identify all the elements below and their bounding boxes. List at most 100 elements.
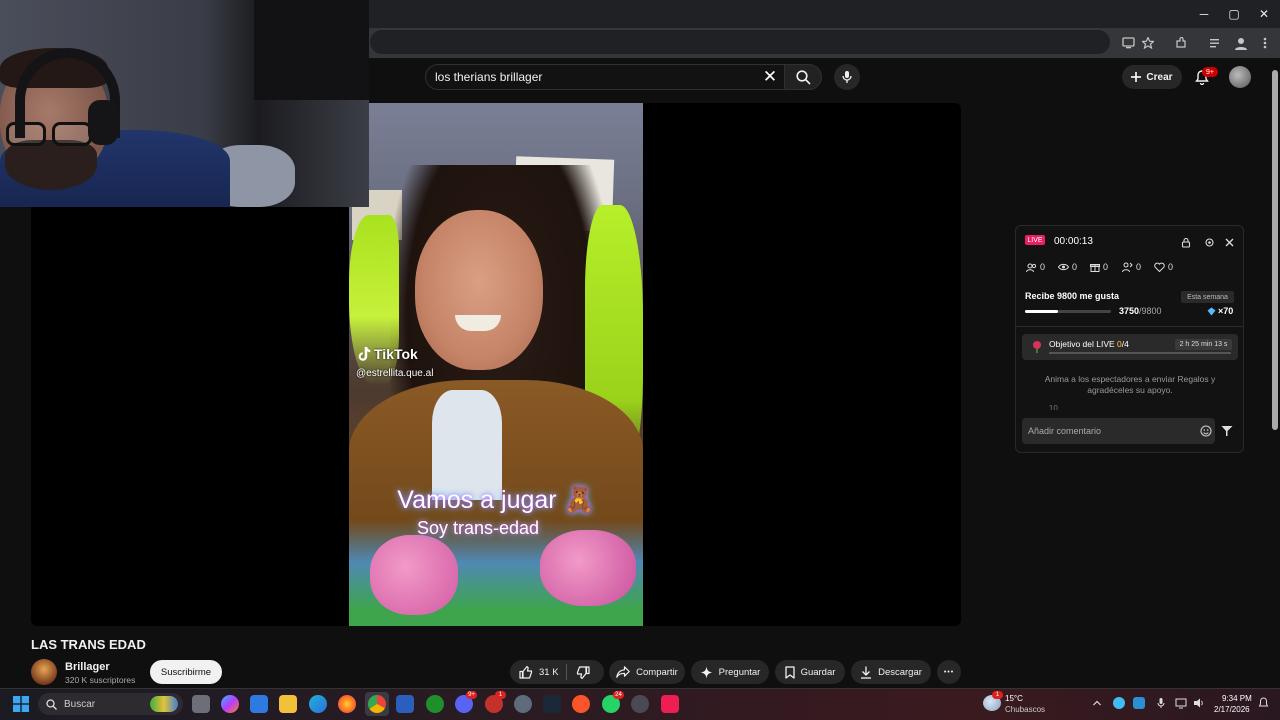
weather-temperature: 15°C bbox=[1005, 694, 1023, 703]
search-input[interactable]: los therians brillager bbox=[425, 64, 785, 90]
thumbs-up-icon[interactable] bbox=[519, 665, 533, 679]
copilot-icon[interactable] bbox=[221, 695, 239, 713]
more-actions-button[interactable]: ••• bbox=[937, 660, 961, 684]
comment-input[interactable]: Añadir comentario bbox=[1022, 418, 1215, 444]
extensions-icon[interactable] bbox=[1170, 32, 1192, 54]
tiktok-watermark: TikTok bbox=[358, 346, 418, 362]
objective-time-left: 2 h 25 min 13 s bbox=[1175, 339, 1232, 350]
windows-start-button[interactable] bbox=[13, 696, 29, 712]
notification-center-icon[interactable] bbox=[1258, 697, 1270, 709]
person-face bbox=[415, 210, 543, 370]
headset-earcup bbox=[88, 100, 118, 145]
ask-button[interactable]: Preguntar bbox=[691, 660, 769, 684]
eye-icon bbox=[1058, 263, 1069, 271]
address-bar[interactable] bbox=[370, 30, 1110, 54]
save-label: Guardar bbox=[800, 666, 836, 678]
chrome-icon[interactable] bbox=[368, 695, 386, 713]
live-badge: LIVE bbox=[1025, 235, 1045, 245]
search-icon bbox=[46, 698, 57, 710]
create-label: Crear bbox=[1146, 71, 1173, 83]
tiktok-logo-icon bbox=[358, 347, 371, 361]
likes-goal-count: 3750/9800 bbox=[1119, 306, 1162, 316]
heart-icon bbox=[1154, 262, 1165, 272]
download-icon bbox=[861, 666, 872, 679]
search-button[interactable] bbox=[784, 64, 822, 90]
video-title: LAS TRANS EDAD bbox=[31, 637, 146, 652]
channel-avatar[interactable] bbox=[31, 659, 57, 685]
cast-icon[interactable] bbox=[1117, 32, 1139, 54]
scrollbar-thumb[interactable] bbox=[1272, 70, 1278, 430]
ask-label: Preguntar bbox=[718, 666, 761, 678]
tray-app-icon[interactable] bbox=[1113, 697, 1125, 709]
share-button[interactable]: Compartir bbox=[609, 660, 685, 684]
tray-app-icon[interactable] bbox=[1133, 697, 1145, 709]
microphone-tray-icon[interactable] bbox=[1155, 697, 1167, 709]
search-highlight-icon[interactable] bbox=[150, 696, 178, 712]
users-icon bbox=[1026, 263, 1037, 272]
close-panel-icon[interactable] bbox=[1223, 236, 1235, 248]
edge-icon[interactable] bbox=[309, 695, 327, 713]
sparkle-icon bbox=[700, 666, 713, 678]
brave-badge: 24 bbox=[613, 691, 624, 699]
webcam-background-door bbox=[254, 0, 369, 100]
chevron-up-icon[interactable] bbox=[1091, 697, 1103, 709]
gem-multiplier: ×70 bbox=[1207, 306, 1233, 316]
stat-likes: 0 bbox=[1154, 262, 1173, 272]
dislike-button[interactable] bbox=[573, 664, 593, 680]
steam-icon[interactable] bbox=[543, 695, 561, 713]
share-users-icon bbox=[1122, 262, 1133, 272]
brave-icon[interactable] bbox=[572, 695, 590, 713]
voice-search-button[interactable] bbox=[834, 64, 860, 90]
windows-logo-icon bbox=[13, 696, 29, 712]
bookmark-icon bbox=[784, 665, 795, 679]
tiktok-handle: @estrellita.que.al bbox=[356, 368, 434, 379]
channel-name[interactable]: Brillager bbox=[65, 661, 110, 673]
xbox-icon[interactable] bbox=[426, 695, 444, 713]
search-icon bbox=[795, 69, 811, 85]
goal-period-badge: Esta semana bbox=[1181, 291, 1234, 303]
download-label: Descargar bbox=[878, 666, 922, 678]
word-icon[interactable] bbox=[396, 695, 414, 713]
discord-badge: 9+ bbox=[466, 691, 477, 699]
download-button[interactable]: Descargar bbox=[851, 660, 931, 684]
lock-icon[interactable] bbox=[1180, 236, 1192, 248]
toy bbox=[370, 535, 458, 615]
like-count[interactable]: 31 K bbox=[539, 667, 559, 678]
stat-shares: 0 bbox=[1122, 262, 1141, 272]
live-timer: 00:00:13 bbox=[1054, 236, 1093, 247]
rose-gift-icon bbox=[1033, 341, 1041, 353]
tiktok-app-icon[interactable] bbox=[661, 695, 679, 713]
send-icon[interactable] bbox=[1221, 425, 1233, 437]
bookmark-star-icon[interactable] bbox=[1137, 32, 1159, 54]
clear-search-icon[interactable]: ✕ bbox=[760, 66, 780, 88]
playlist-icon[interactable] bbox=[1205, 32, 1227, 54]
obs-icon[interactable] bbox=[631, 695, 649, 713]
subscribe-button[interactable]: Suscribirme bbox=[150, 660, 222, 684]
microphone-icon bbox=[842, 71, 852, 83]
video-caption-line2: Soy trans-edad bbox=[416, 518, 540, 538]
window-close-button[interactable]: ✕ bbox=[1248, 0, 1280, 28]
person-shirt bbox=[432, 390, 502, 500]
browser-menu-icon[interactable] bbox=[1254, 32, 1276, 54]
file-explorer-icon[interactable] bbox=[279, 695, 297, 713]
clock-time[interactable]: 9:34 PM bbox=[1222, 694, 1252, 703]
like-separator bbox=[566, 664, 567, 680]
network-icon[interactable] bbox=[1175, 697, 1187, 709]
settings-icon[interactable] bbox=[1203, 236, 1215, 248]
microsoft-store-icon[interactable] bbox=[250, 695, 268, 713]
window-minimize-button[interactable]: ─ bbox=[1188, 0, 1220, 28]
create-button[interactable]: Crear bbox=[1122, 65, 1182, 89]
account-avatar[interactable] bbox=[1229, 66, 1251, 88]
clock-date[interactable]: 2/17/2026 bbox=[1214, 705, 1250, 714]
likes-goal-progress-fill bbox=[1025, 310, 1058, 313]
volume-icon[interactable] bbox=[1193, 697, 1205, 709]
settings-app-icon[interactable] bbox=[514, 695, 532, 713]
task-view-icon[interactable] bbox=[192, 695, 210, 713]
emoji-icon[interactable] bbox=[1200, 425, 1212, 437]
save-button[interactable]: Guardar bbox=[775, 660, 845, 684]
profile-icon[interactable] bbox=[1230, 32, 1252, 54]
video-caption-line1: Vamos a jugar 🧸 bbox=[397, 486, 595, 514]
toy bbox=[540, 530, 636, 606]
firefox-icon[interactable] bbox=[338, 695, 356, 713]
window-maximize-button[interactable]: ▢ bbox=[1218, 0, 1250, 28]
